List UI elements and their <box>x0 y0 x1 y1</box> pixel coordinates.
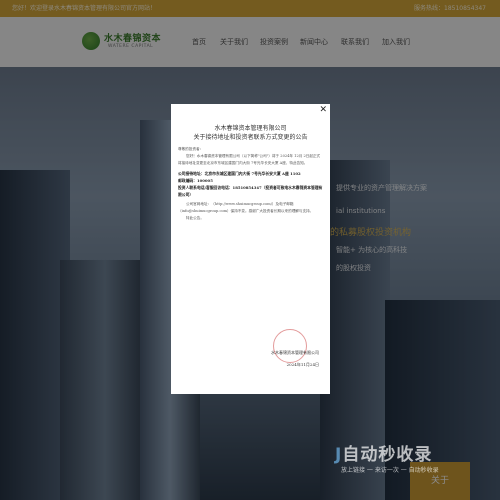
sign-company: 水木春锦资本管理有限公司 <box>271 350 319 355</box>
notice-paragraph: 公司官网地址：（http://www.shuimucgroup.com/）及电子… <box>178 202 314 213</box>
notice-paragraph: 您好！水木春锦资本管理有限公司（以下简称"公司"）将于 2024年 12月 2日… <box>178 154 321 165</box>
address-label: 公司接待地址： <box>178 171 205 176</box>
watermark-logo: J自动秒收录 <box>335 445 433 465</box>
close-icon[interactable]: ✕ <box>319 105 327 115</box>
notice-salutation: 尊敬的投资者： <box>178 147 204 151</box>
notice-title: 关于接待地址和投资者联系方式变更的公告 <box>193 134 308 141</box>
zip-value: 100005 <box>196 178 213 183</box>
sign-date: 2024年11月24日 <box>286 362 319 367</box>
address-value: 北京市东城区建国门内大街 7号光华长安大厦 A座 1102 <box>204 171 301 176</box>
notice-company: 水木春锦资本管理有限公司 <box>214 125 287 132</box>
company-seal-icon <box>273 329 307 363</box>
notice-document: 水木春锦资本管理有限公司 关于接待地址和投资者联系方式变更的公告 尊敬的投资者：… <box>178 124 323 386</box>
phone-label: 投资人联系电话/客服回访电话： <box>178 185 233 190</box>
watermark-subtext: 放上链接 一 来访一次 一 自动秒收录 <box>341 467 439 474</box>
watermark: J自动秒收录 放上链接 一 来访一次 一 自动秒收录 <box>335 440 475 480</box>
zip-label: 邮政编码： <box>178 178 197 183</box>
notice-modal: ✕ 水木春锦资本管理有限公司 关于接待地址和投资者联系方式变更的公告 尊敬的投资… <box>171 104 330 394</box>
notice-closing: 特此公告。 <box>186 216 204 220</box>
